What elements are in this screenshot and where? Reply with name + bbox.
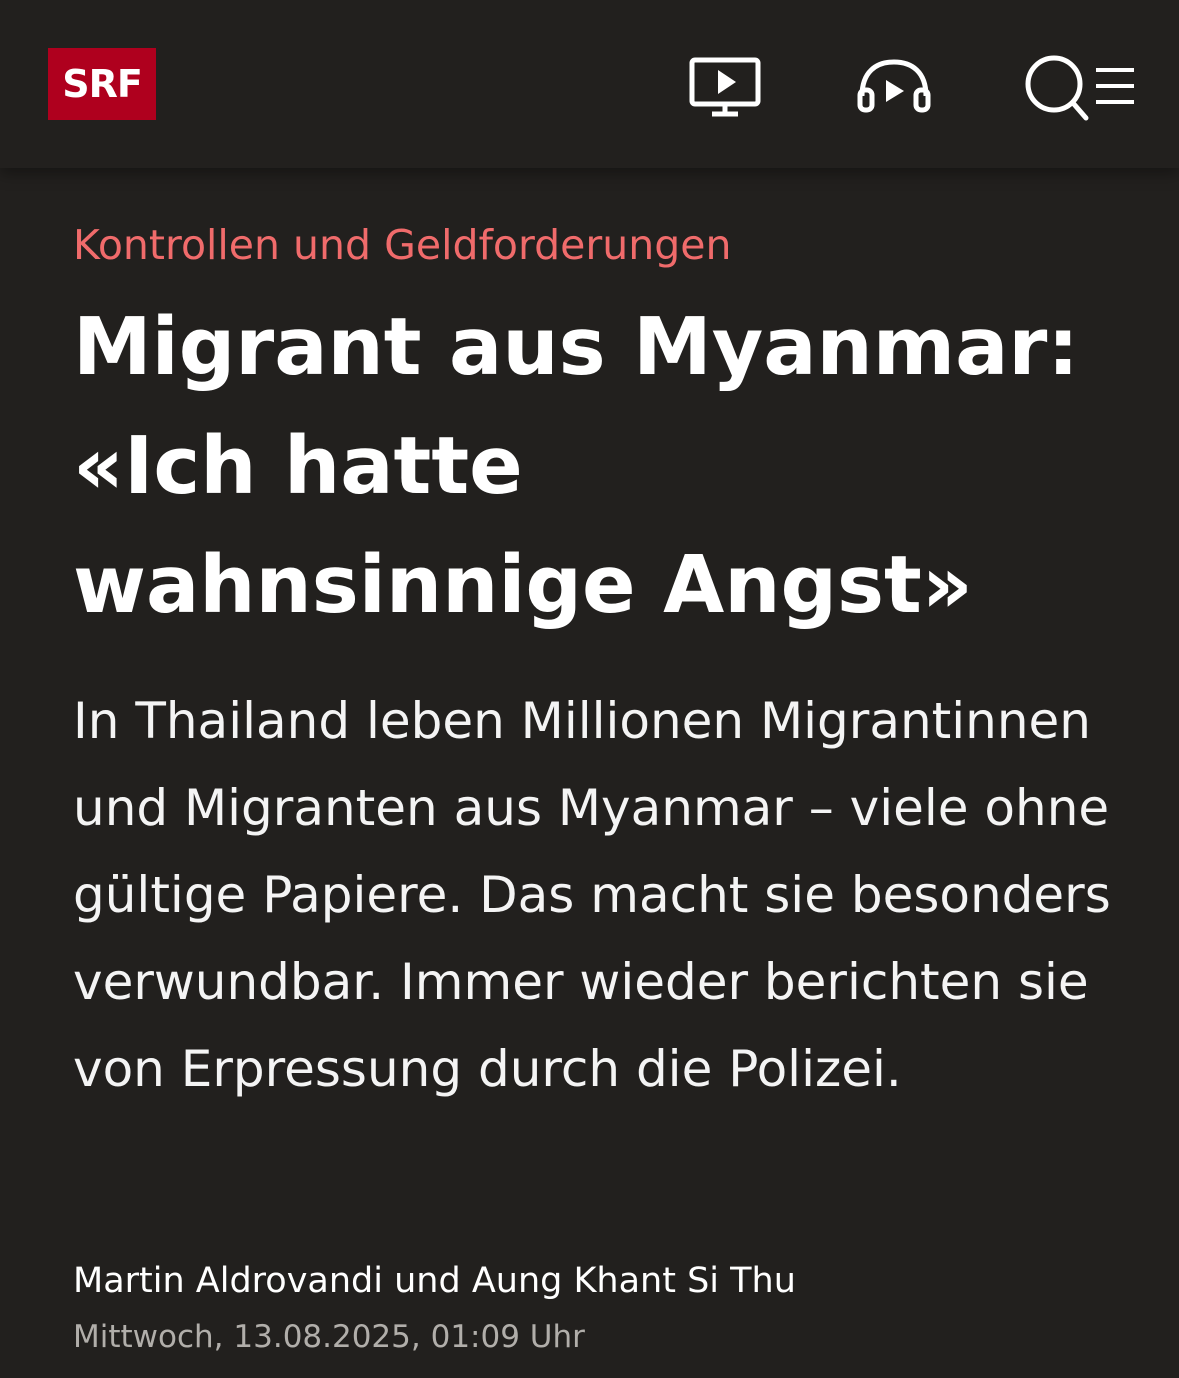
article-timestamp: Mittwoch, 13.08.2025, 01:09 Uhr — [73, 1319, 585, 1355]
audio-headphones-icon — [857, 59, 931, 113]
menu-icon — [1096, 68, 1134, 104]
article-title: Migrant aus Myanmar: «Ich hatte wahnsinn… — [73, 301, 1079, 631]
top-navigation-bar: SRF — [0, 0, 1179, 168]
audio-button[interactable] — [854, 52, 934, 122]
srf-logo[interactable]: SRF — [48, 48, 156, 120]
search-icon — [1025, 55, 1089, 121]
article-lead: In Thailand leben Millionen Migrantinnen… — [73, 692, 1111, 1098]
search-menu-button[interactable] — [1022, 52, 1137, 124]
tv-play-icon — [689, 57, 761, 117]
article-author[interactable]: Martin Aldrovandi und Aung Khant Si Thu — [73, 1257, 796, 1305]
article-kicker: Kontrollen und Geldforderungen — [73, 221, 732, 269]
logo-text: SRF — [62, 62, 143, 106]
tv-button[interactable] — [686, 52, 766, 122]
